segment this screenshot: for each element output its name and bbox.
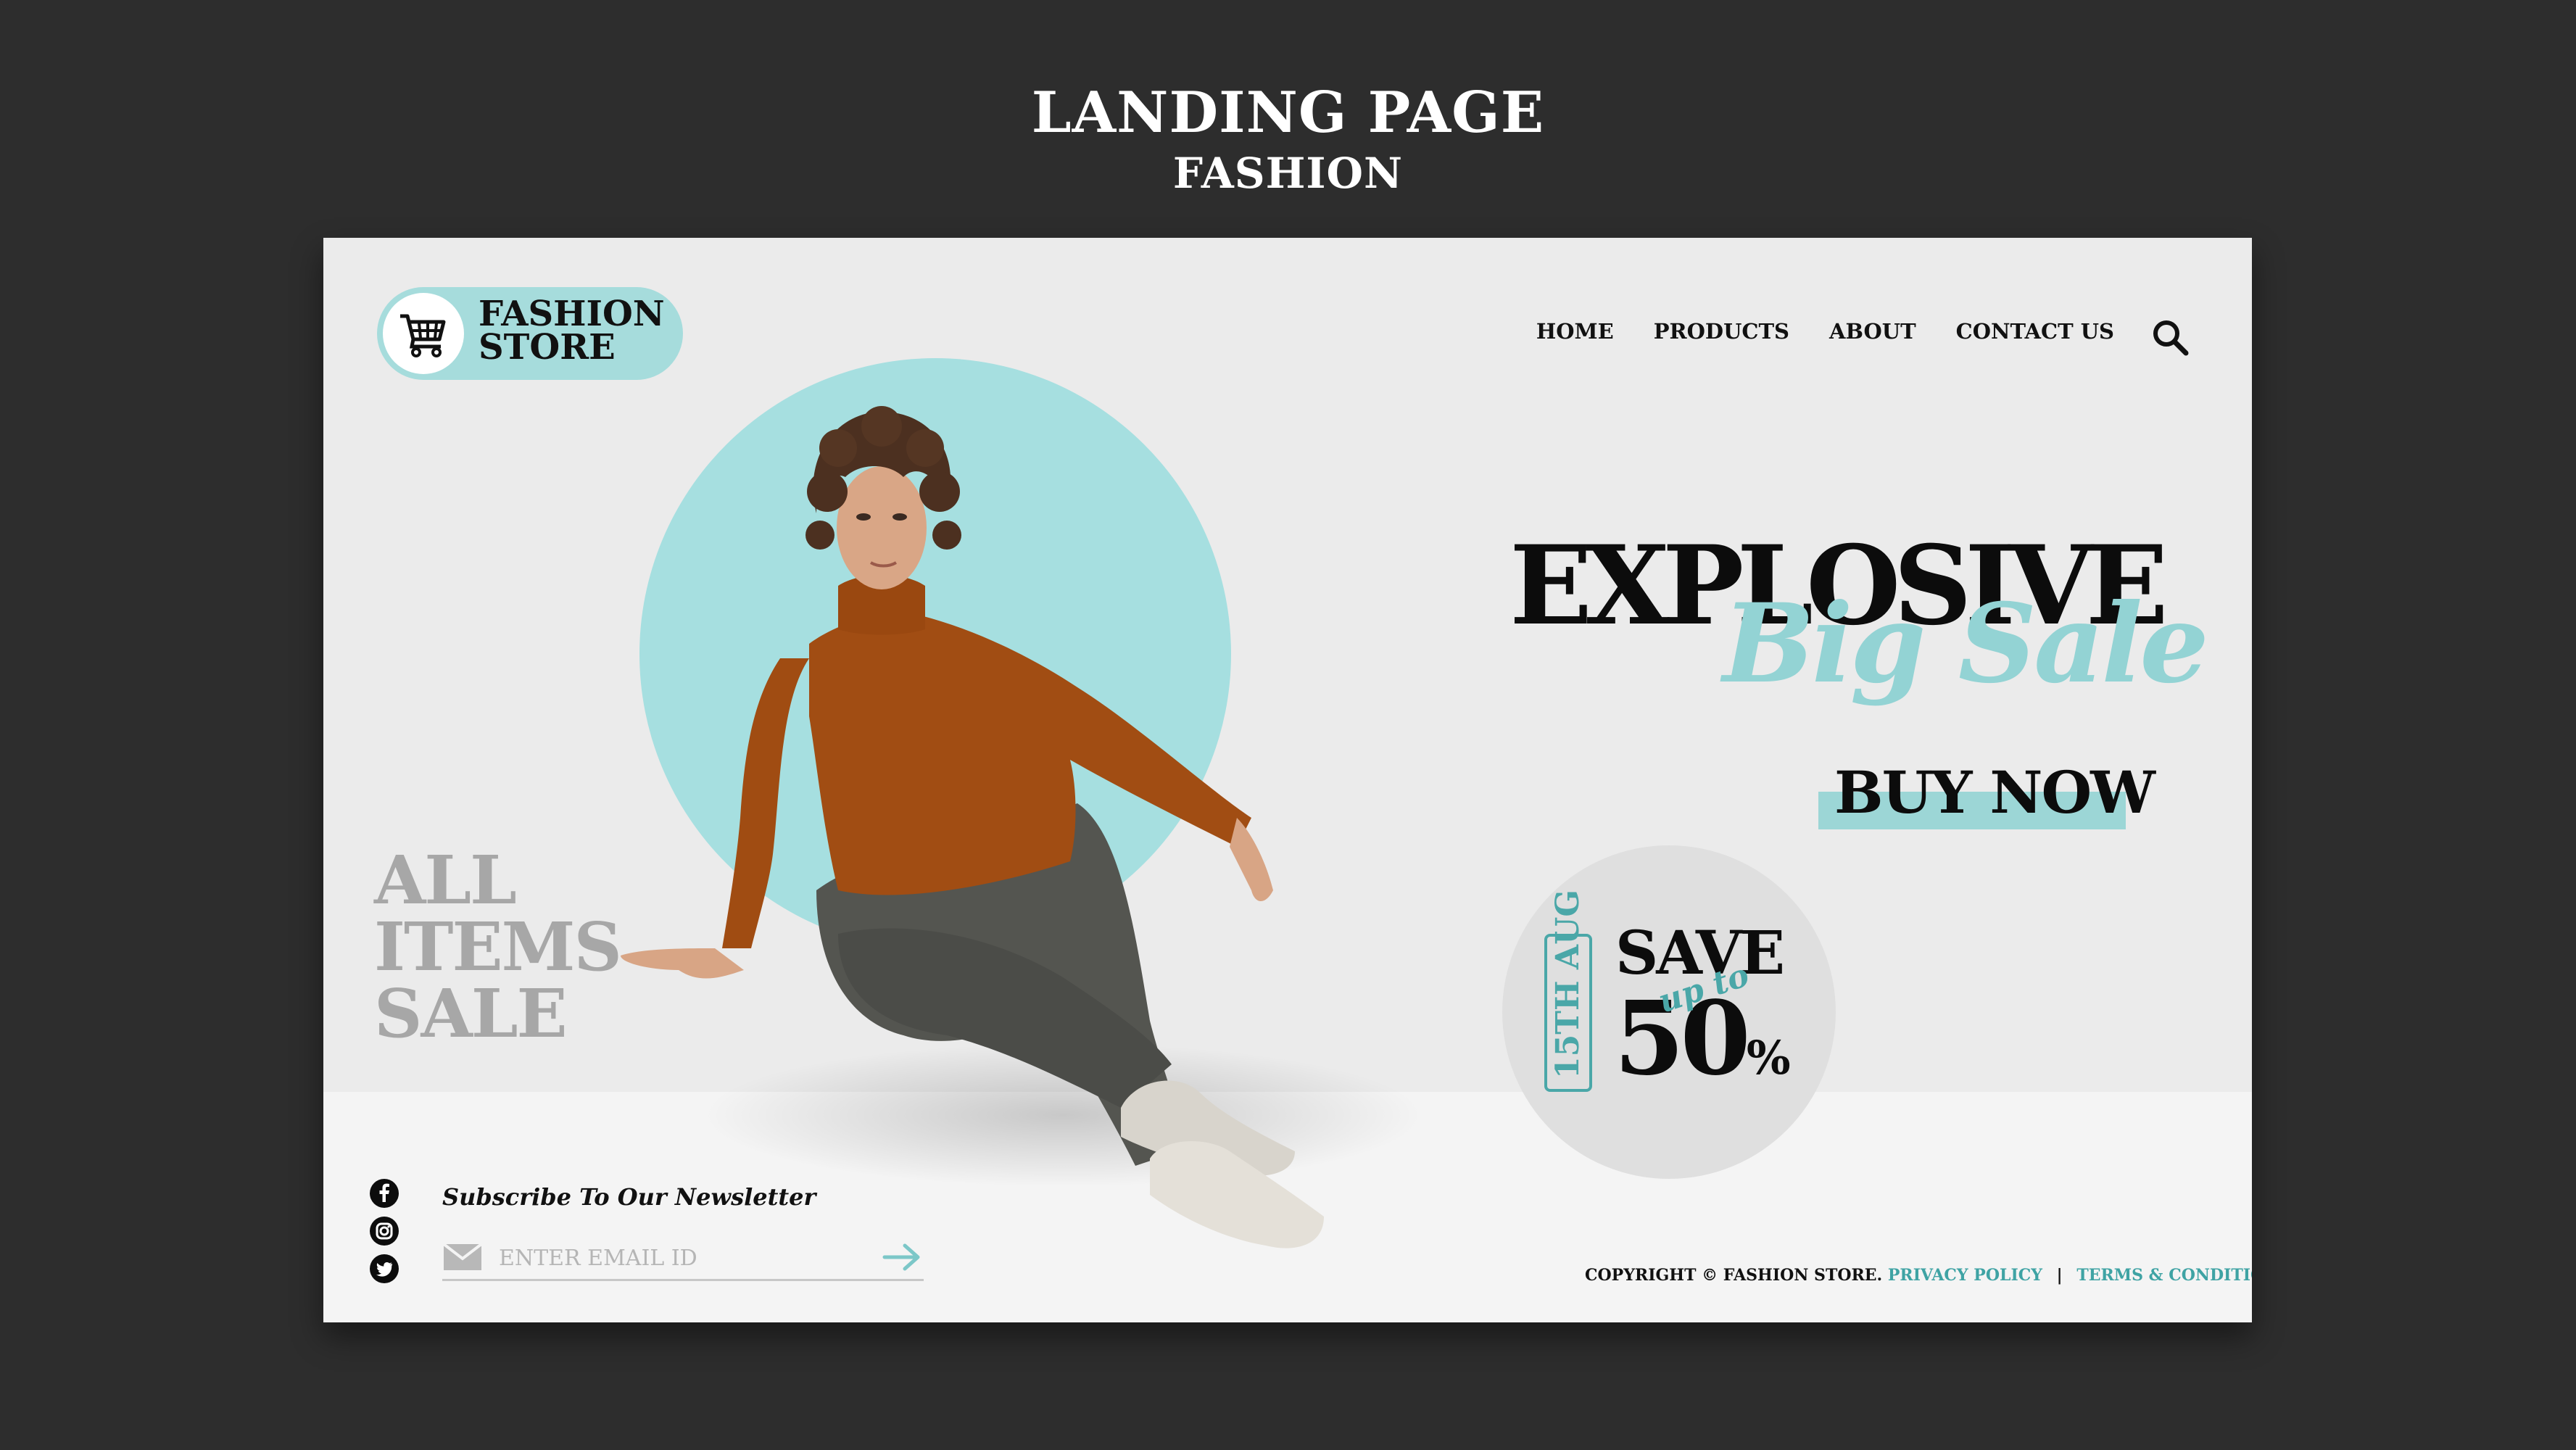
store-logo[interactable]: FASHION STORE [377, 287, 683, 380]
page-heading: LANDING PAGE [1031, 80, 1545, 146]
buy-now-button[interactable]: BUY NOW [1834, 760, 2155, 825]
twitter-icon[interactable] [370, 1254, 399, 1283]
shopping-cart-icon [400, 314, 446, 357]
mail-icon [442, 1243, 483, 1270]
email-subscribe-row [442, 1237, 924, 1281]
facebook-icon[interactable] [370, 1179, 399, 1208]
copyright-text: COPYRIGHT © FASHION STORE. [1585, 1266, 1883, 1285]
search-icon[interactable] [2150, 318, 2191, 358]
nav-about[interactable]: ABOUT [1829, 319, 1916, 344]
main-nav: HOME PRODUCTS ABOUT CONTACT US [1536, 319, 2114, 344]
nav-home[interactable]: HOME [1536, 319, 1614, 344]
logo-line-2: STORE [479, 327, 616, 368]
arrow-right-icon[interactable] [882, 1241, 922, 1273]
side-text-line-1: ALL [374, 841, 517, 919]
privacy-policy-link[interactable]: PRIVACY POLICY [1888, 1266, 2042, 1285]
terms-link[interactable]: TERMS & CONDITIONS [2076, 1266, 2252, 1285]
footer-links: COPYRIGHT © FASHION STORE. PRIVACY POLIC… [1585, 1266, 2252, 1285]
all-items-sale-text: ALL ITEMS SALE [374, 841, 622, 1053]
hero-script-text: Big Sale [1723, 580, 2209, 708]
footer-separator: | [2056, 1266, 2063, 1285]
newsletter-title: Subscribe To Our Newsletter [442, 1183, 816, 1211]
side-text-line-3: SALE [374, 974, 568, 1053]
social-links [370, 1179, 399, 1292]
page-subheading: FASHION [1172, 149, 1404, 198]
model-image [621, 406, 1324, 1248]
landing-page-mockup: FASHION STORE HOME PRODUCTS ABOUT CONTAC… [323, 238, 2252, 1322]
promo-date: 15TH AUG [1549, 890, 1586, 1079]
nav-contact-us[interactable]: CONTACT US [1956, 319, 2114, 344]
instagram-icon[interactable] [370, 1217, 399, 1246]
promo-percent-sign: % [1746, 1031, 1791, 1085]
side-text-line-2: ITEMS [374, 908, 622, 986]
logo-text: FASHION STORE [479, 294, 674, 368]
email-input[interactable] [497, 1241, 863, 1275]
logo-badge [383, 293, 464, 374]
logo-line-1: FASHION [479, 294, 665, 334]
nav-products[interactable]: PRODUCTS [1654, 319, 1789, 344]
